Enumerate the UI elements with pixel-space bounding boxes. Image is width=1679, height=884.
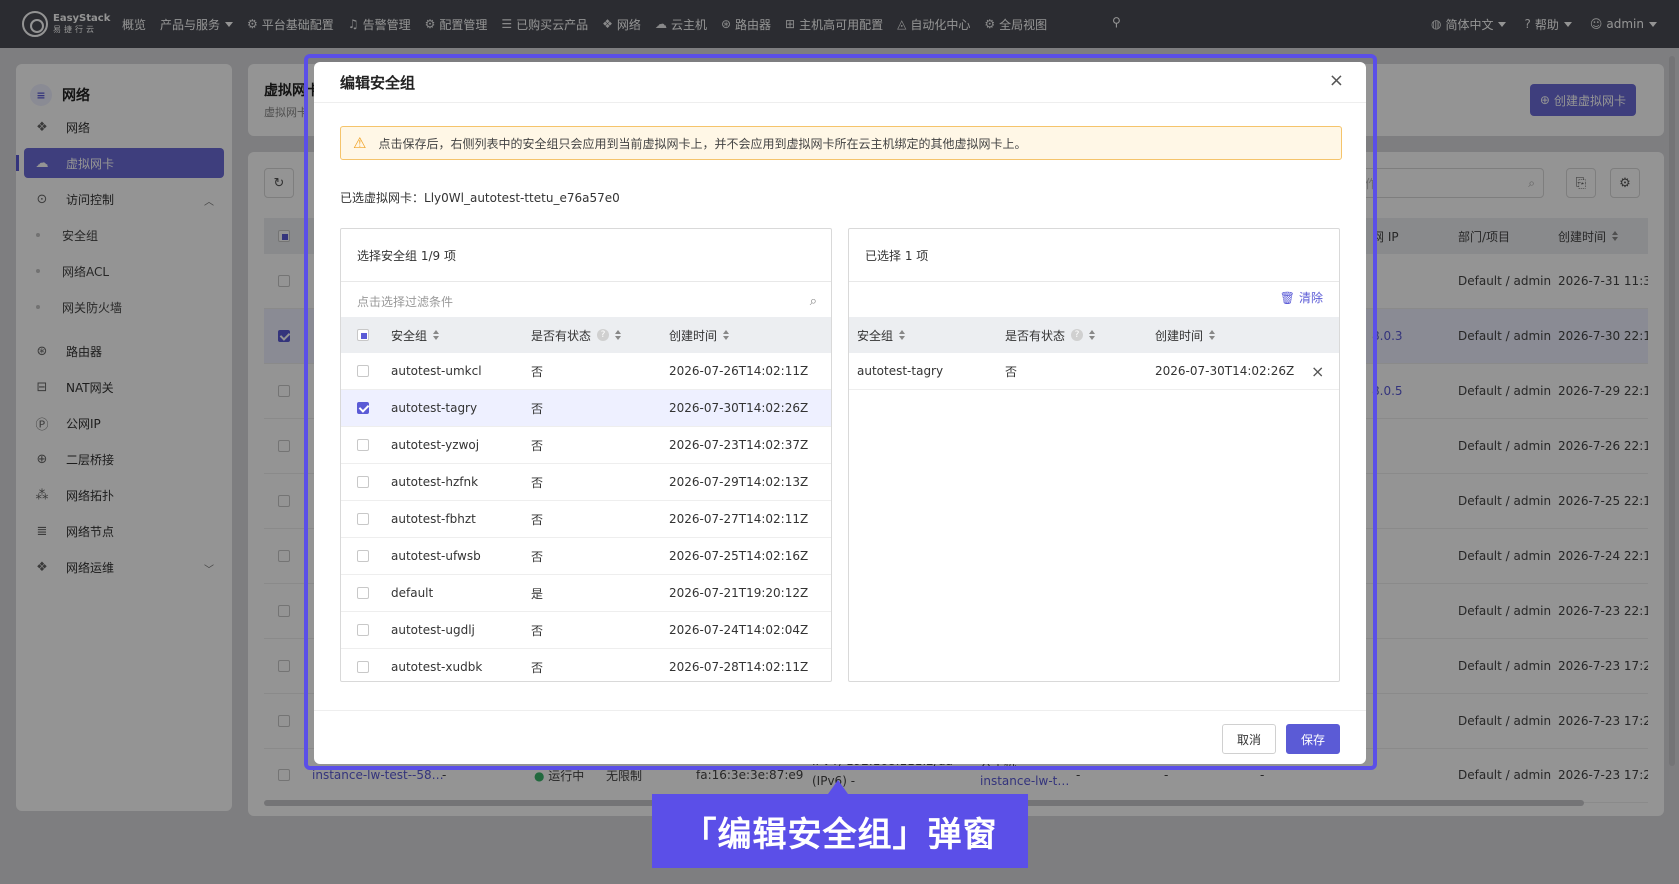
sort-icon: [433, 330, 440, 340]
header-created[interactable]: 创建时间: [669, 317, 730, 353]
sort-icon: [899, 330, 906, 340]
header-label: 创建时间: [1155, 328, 1204, 343]
created-time: 2026-07-23T14:02:37Z: [669, 438, 809, 452]
security-group-row[interactable]: autotest-tagry 否 2026-07-30T14:02:26Z: [341, 390, 831, 427]
stateful-value: 否: [531, 549, 544, 564]
question-icon[interactable]: ?: [1071, 329, 1084, 341]
selected-vnic-value: Lly0Wl_autotest-ttetu_e76a57e0: [424, 191, 620, 205]
row-checkbox[interactable]: [357, 550, 369, 562]
header-label: 创建时间: [669, 328, 718, 343]
security-group-name: autotest-ugdlj: [391, 623, 475, 637]
sort-icon: [723, 330, 730, 340]
select-all-checkbox[interactable]: [357, 329, 369, 341]
stateful-value: 否: [531, 512, 544, 527]
security-group-row[interactable]: autotest-fbhzt 否 2026-07-27T14:02:11Z: [341, 501, 831, 538]
search-icon: ⌕: [809, 293, 817, 309]
row-checkbox[interactable]: [357, 624, 369, 636]
row-checkbox[interactable]: [357, 587, 369, 599]
stateful-value: 否: [531, 438, 544, 453]
created-time: 2026-07-26T14:02:11Z: [669, 364, 809, 378]
security-group-row[interactable]: autotest-umkcl 否 2026-07-26T14:02:11Z: [341, 353, 831, 390]
warning-alert: ⚠ 点击保存后，右侧列表中的安全组只会应用到当前虚拟网卡上，并不会应用到虚拟网卡…: [340, 126, 1342, 160]
annotation-callout: 「编辑安全组」弹窗: [652, 794, 1028, 868]
sort-icon: [1209, 330, 1216, 340]
stateful-value: 否: [531, 623, 544, 638]
remove-icon[interactable]: ×: [1311, 353, 1324, 389]
available-groups-panel: 选择安全组 1/9 项 点击选择过滤条件 ⌕ 安全组 是否有状态? 创建时间 a…: [340, 228, 832, 682]
clear-selection-link[interactable]: 🗑 清除: [1280, 289, 1323, 306]
security-group-row[interactable]: autotest-ugdlj 否 2026-07-24T14:02:04Z: [341, 612, 831, 649]
created-time: 2026-07-27T14:02:11Z: [669, 512, 809, 526]
header-label: 安全组: [391, 328, 428, 343]
header-label: 安全组: [857, 328, 894, 343]
stateful-value: 否: [531, 475, 544, 490]
dialog-title: 编辑安全组: [340, 74, 416, 92]
header-security-group[interactable]: 安全组: [857, 317, 906, 353]
header-stateful[interactable]: 是否有状态?: [1005, 317, 1096, 353]
sort-icon: [1089, 330, 1096, 340]
security-group-name: autotest-tagry: [857, 364, 944, 378]
alert-text: 点击保存后，右侧列表中的安全组只会应用到当前虚拟网卡上，并不会应用到虚拟网卡所在…: [378, 136, 1027, 151]
left-table-header: 安全组 是否有状态? 创建时间: [341, 317, 831, 353]
filter-input[interactable]: 点击选择过滤条件 ⌕: [357, 285, 817, 317]
security-group-row[interactable]: default 是 2026-07-21T19:20:12Z: [341, 575, 831, 612]
save-button[interactable]: 保存: [1286, 724, 1341, 754]
security-group-name: autotest-tagry: [391, 401, 478, 415]
row-checkbox[interactable]: [357, 661, 369, 673]
selected-vnic: 已选虚拟网卡：Lly0Wl_autotest-ttetu_e76a57e0: [340, 189, 620, 206]
selected-groups-panel: 已选择 1 项 🗑 清除 安全组 是否有状态? 创建时间 autotest-ta…: [848, 228, 1340, 682]
security-group-row[interactable]: autotest-ufwsb 否 2026-07-25T14:02:16Z: [341, 538, 831, 575]
stateful-value: 否: [1005, 364, 1018, 379]
security-group-row[interactable]: autotest-hzfnk 否 2026-07-29T14:02:13Z: [341, 464, 831, 501]
security-group-name: autotest-hzfnk: [391, 475, 479, 489]
question-icon[interactable]: ?: [597, 329, 610, 341]
trash-icon: 🗑: [1279, 290, 1295, 305]
clear-label: 清除: [1298, 291, 1323, 305]
edit-security-group-dialog: 编辑安全组 × ⚠ 点击保存后，右侧列表中的安全组只会应用到当前虚拟网卡上，并不…: [314, 62, 1366, 764]
header-stateful[interactable]: 是否有状态?: [531, 317, 622, 353]
row-checkbox[interactable]: [357, 365, 369, 377]
created-time: 2026-07-30T14:02:26Z: [669, 401, 809, 415]
close-icon[interactable]: ×: [1329, 70, 1344, 91]
row-checkbox[interactable]: [357, 476, 369, 488]
security-group-name: autotest-umkcl: [391, 364, 482, 378]
row-checkbox[interactable]: [357, 402, 369, 414]
sort-icon: [615, 330, 622, 340]
right-table-header: 安全组 是否有状态? 创建时间: [849, 317, 1339, 353]
row-checkbox[interactable]: [357, 513, 369, 525]
created-time: 2026-07-29T14:02:13Z: [669, 475, 809, 489]
header-security-group[interactable]: 安全组: [391, 317, 440, 353]
selected-group-row: autotest-tagry 否 2026-07-30T14:02:26Z ×: [849, 353, 1339, 390]
security-group-name: autotest-xudbk: [391, 660, 483, 674]
row-checkbox[interactable]: [357, 439, 369, 451]
right-panel-title: 已选择 1 项: [865, 249, 929, 263]
security-group-name: autotest-yzwoj: [391, 438, 480, 452]
header-label: 是否有状态: [531, 328, 592, 343]
selected-vnic-label: 已选虚拟网卡：: [340, 191, 425, 205]
created-time: 2026-07-24T14:02:04Z: [669, 623, 809, 637]
header-label: 是否有状态: [1005, 328, 1066, 343]
filter-placeholder: 点击选择过滤条件: [357, 294, 454, 309]
stateful-value: 否: [531, 364, 544, 379]
left-panel-title: 选择安全组 1/9 项: [357, 249, 456, 263]
created-time: 2026-07-25T14:02:16Z: [669, 549, 809, 563]
created-time: 2026-07-21T19:20:12Z: [669, 586, 809, 600]
stateful-value: 否: [531, 660, 544, 675]
callout-arrow: [828, 780, 848, 794]
stateful-value: 是: [531, 586, 544, 601]
security-group-row[interactable]: autotest-xudbk 否 2026-07-28T14:02:11Z: [341, 649, 831, 681]
created-time: 2026-07-30T14:02:26Z: [1155, 364, 1295, 378]
cancel-button[interactable]: 取消: [1222, 724, 1277, 754]
stateful-value: 否: [531, 401, 544, 416]
created-time: 2026-07-28T14:02:11Z: [669, 660, 809, 674]
security-group-name: autotest-ufwsb: [391, 549, 481, 563]
header-created[interactable]: 创建时间: [1155, 317, 1216, 353]
security-group-row[interactable]: autotest-yzwoj 否 2026-07-23T14:02:37Z: [341, 427, 831, 464]
warning-icon: ⚠: [353, 134, 367, 152]
security-group-name: default: [391, 586, 434, 600]
security-group-name: autotest-fbhzt: [391, 512, 476, 526]
